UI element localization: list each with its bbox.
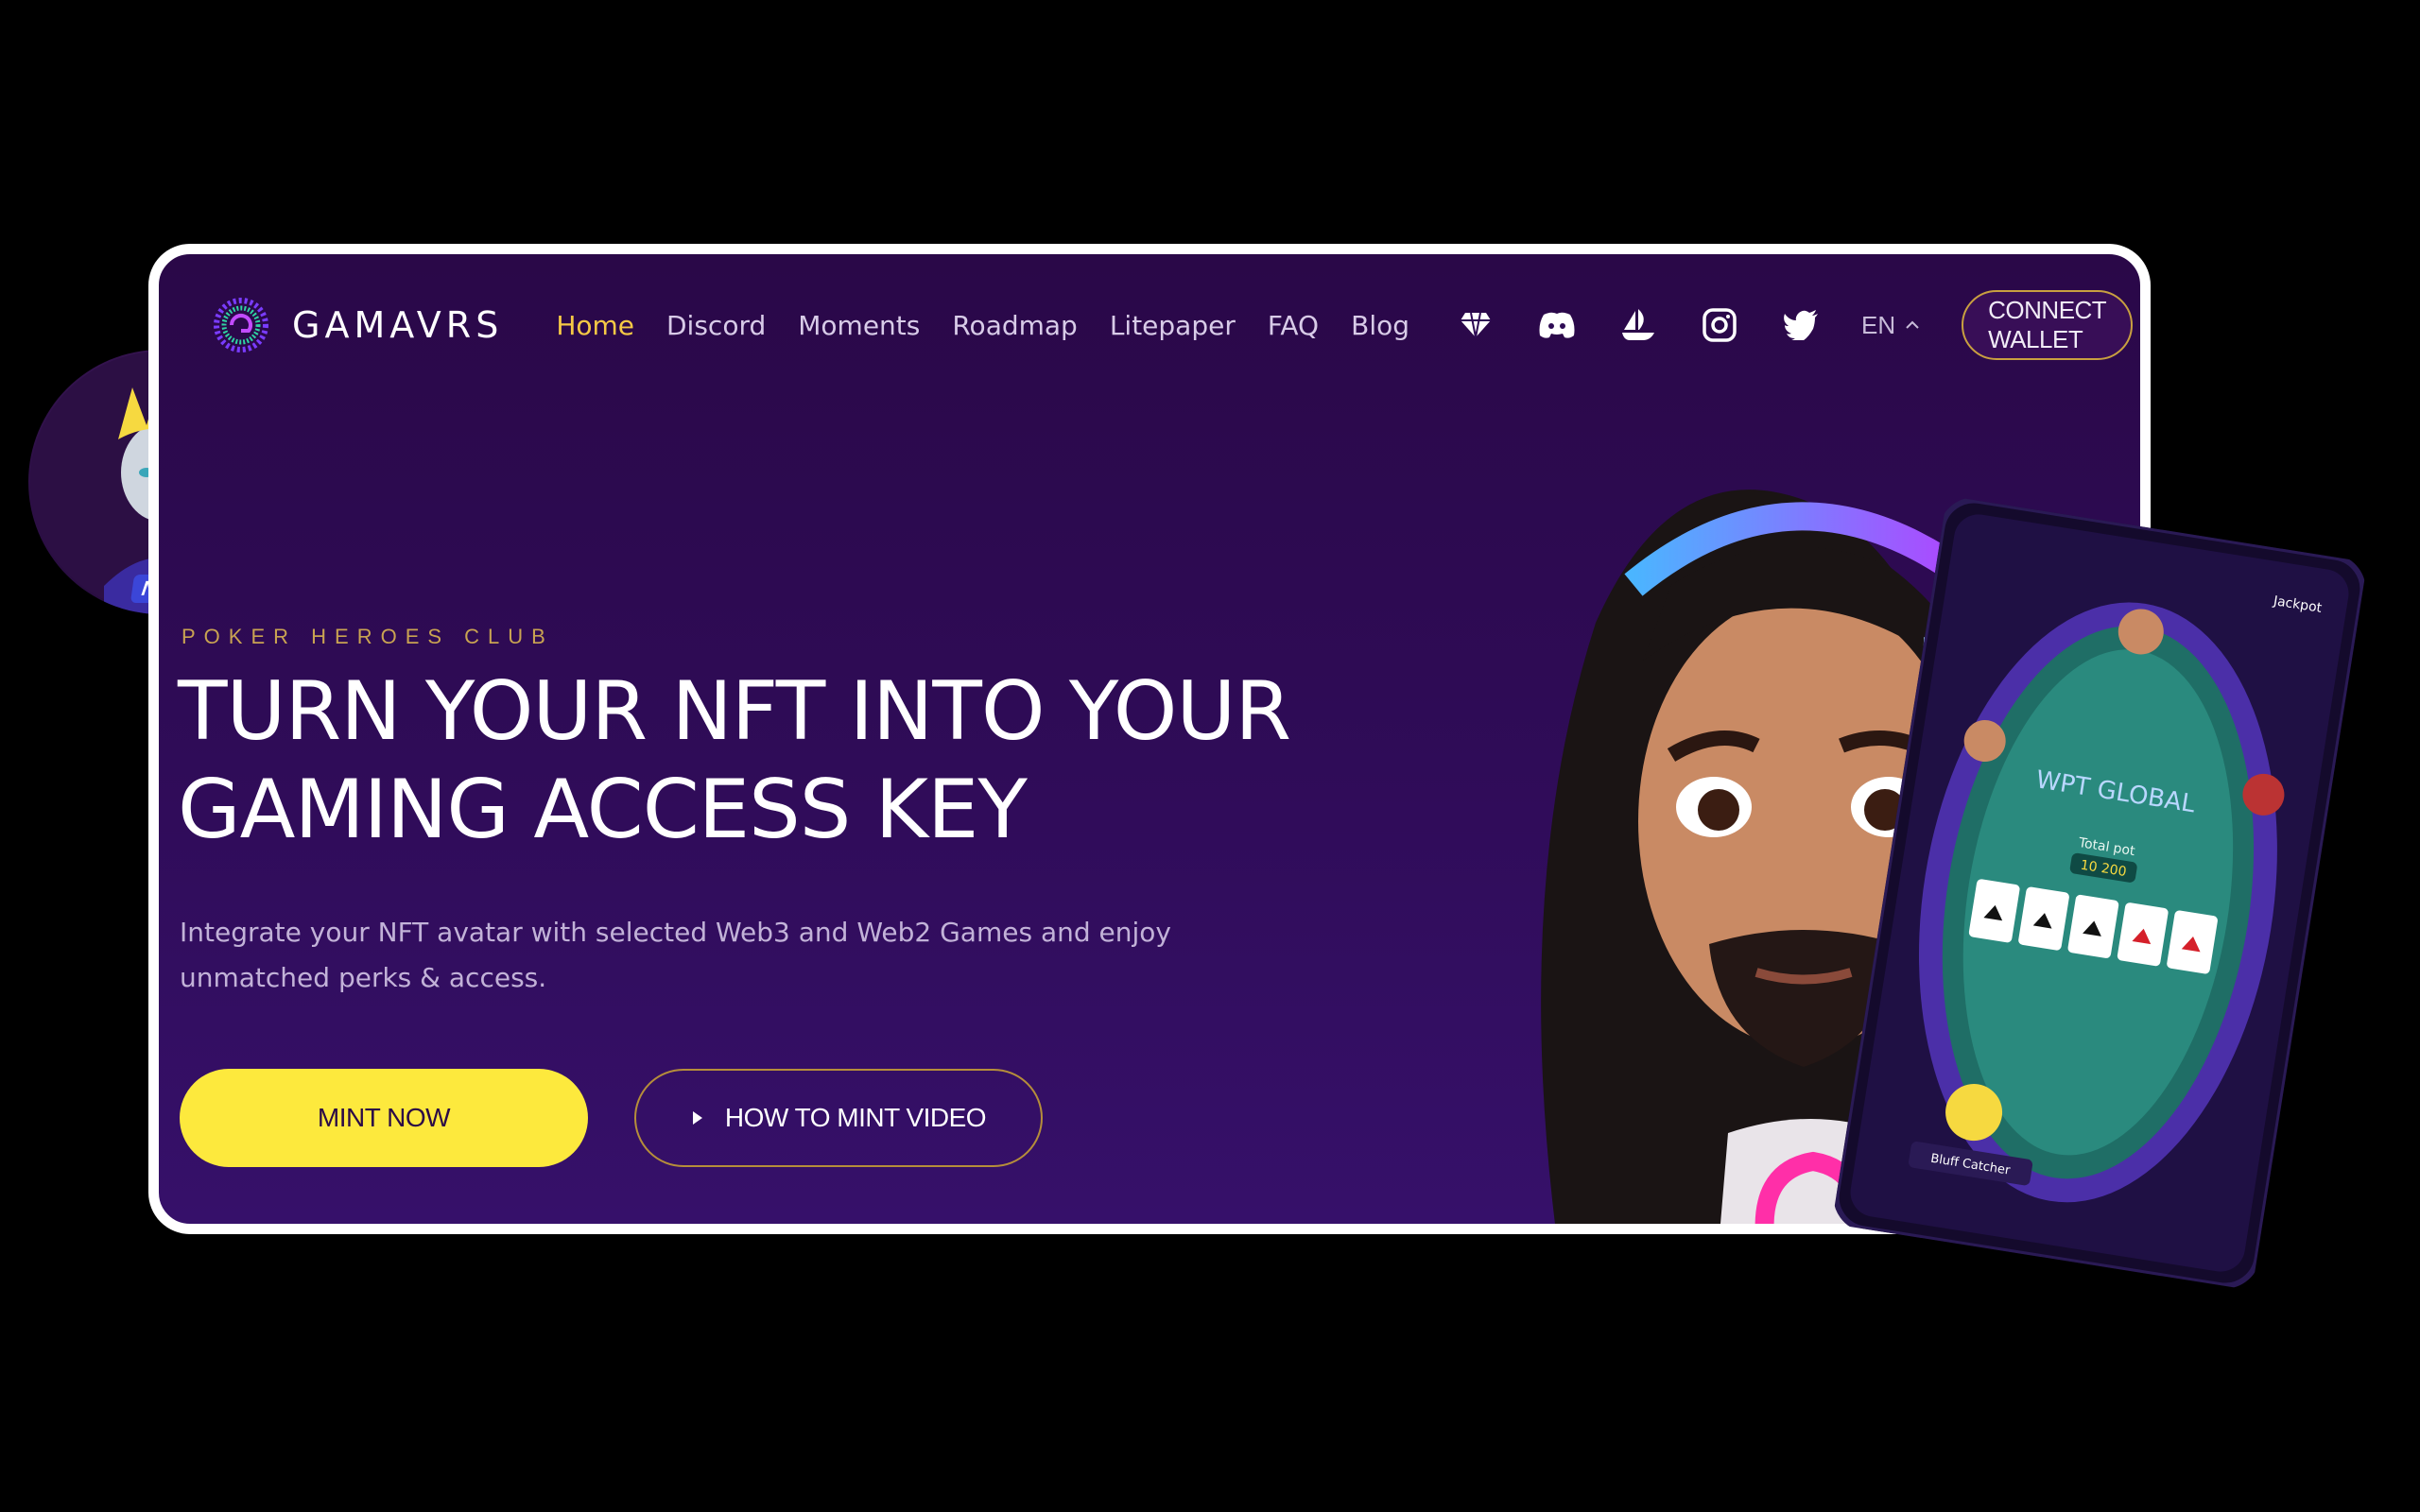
nav-litepaper[interactable]: Litepaper	[1110, 310, 1236, 341]
nav-blog[interactable]: Blog	[1351, 310, 1409, 341]
nav-discord[interactable]: Discord	[666, 310, 766, 341]
mint-now-button[interactable]: MINT NOW	[180, 1069, 588, 1167]
nav-roadmap[interactable]: Roadmap	[952, 310, 1077, 341]
social-links	[1457, 306, 1820, 344]
gamavrs-logo-icon	[214, 298, 268, 352]
how-to-mint-video-label: HOW TO MINT VIDEO	[724, 1103, 987, 1132]
hero-title: TURN YOUR NFT INTO YOUR GAMING ACCESS KE…	[178, 662, 1291, 859]
instagram-icon[interactable]	[1701, 306, 1738, 344]
hero-card: GAMAVRS Home Discord Moments Roadmap Lit…	[148, 244, 2151, 1234]
hero-eyebrow: POKER HEROES CLUB	[182, 625, 554, 648]
top-navigation: GAMAVRS Home Discord Moments Roadmap Lit…	[211, 283, 2133, 368]
hero-title-line-2: GAMING ACCESS KEY	[178, 763, 1028, 857]
hero-description: Integrate your NFT avatar with selected …	[180, 917, 1171, 993]
brand-name: GAMAVRS	[292, 304, 504, 346]
opensea-icon[interactable]	[1619, 306, 1657, 344]
twitter-icon[interactable]	[1782, 306, 1820, 344]
how-to-mint-video-button[interactable]: HOW TO MINT VIDEO	[634, 1069, 1043, 1167]
gem-icon[interactable]	[1457, 306, 1495, 344]
hero-title-line-1: TURN YOUR NFT INTO YOUR	[178, 664, 1291, 759]
language-label: EN	[1861, 310, 1896, 339]
nav-home[interactable]: Home	[556, 310, 634, 341]
language-selector[interactable]: EN	[1861, 311, 1920, 340]
chevron-up-icon	[1906, 320, 1919, 329]
nav-faq[interactable]: FAQ	[1268, 310, 1319, 341]
nav-moments[interactable]: Moments	[798, 310, 920, 341]
logo[interactable]: GAMAVRS	[211, 295, 503, 355]
connect-wallet-button[interactable]: CONNECT WALLET	[1962, 290, 2133, 360]
main-menu: Home Discord Moments Roadmap Litepaper F…	[556, 310, 1409, 341]
discord-icon[interactable]	[1538, 306, 1576, 344]
play-icon	[692, 1111, 702, 1125]
